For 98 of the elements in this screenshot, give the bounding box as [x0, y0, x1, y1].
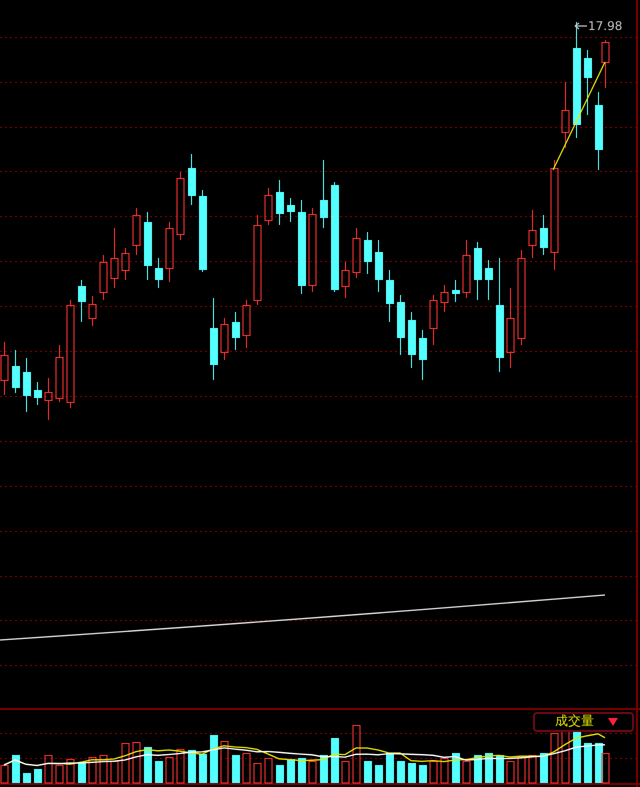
indicator-dropdown[interactable]: 成交量	[533, 712, 634, 732]
volume-bar	[452, 753, 460, 783]
candlestick	[88, 296, 96, 326]
volume-bar	[342, 761, 350, 784]
volume-bar	[375, 765, 383, 783]
candlestick	[440, 284, 448, 312]
volume-bar	[462, 761, 470, 784]
volume-bar	[56, 765, 64, 784]
volume-bar	[550, 733, 558, 784]
candlestick	[155, 258, 163, 288]
candlestick	[12, 350, 20, 394]
candlestick	[287, 198, 295, 222]
caret-icon	[608, 718, 618, 726]
volume-bar	[34, 769, 42, 783]
volume-bar	[144, 747, 152, 783]
volume-bar	[12, 755, 20, 783]
candlestick	[540, 214, 548, 256]
volume-bar	[264, 758, 272, 784]
volume-bar	[408, 763, 416, 783]
volume-bar	[155, 761, 163, 783]
candlestick	[352, 228, 360, 278]
candlestick	[397, 294, 405, 356]
volume-bar	[298, 758, 306, 783]
candlestick	[144, 212, 152, 280]
candlestick	[0, 342, 8, 396]
candlestick	[375, 240, 383, 292]
candlestick	[474, 242, 482, 300]
candlestick	[452, 280, 460, 302]
candlestick	[264, 188, 272, 226]
volume-bar	[352, 725, 360, 784]
candlestick	[132, 208, 140, 256]
candlestick	[320, 160, 328, 228]
candlestick	[584, 50, 592, 116]
volume-bar	[419, 765, 427, 783]
volume-bar	[496, 755, 504, 783]
volume-bar	[110, 761, 118, 784]
volume-bar	[78, 763, 86, 783]
volume-bar	[199, 754, 207, 783]
volume-bar	[276, 765, 284, 783]
candlestick	[220, 318, 228, 360]
volume-bar	[220, 741, 228, 784]
candlestick	[419, 330, 427, 380]
volume-bar	[287, 759, 295, 783]
candlestick	[408, 312, 416, 368]
candlestick	[78, 280, 86, 322]
volume-bar	[308, 761, 316, 784]
candlestick	[34, 382, 42, 406]
volume-bar	[397, 761, 405, 783]
volume-bar	[506, 761, 514, 784]
volume-bar	[242, 753, 250, 784]
candlestick	[462, 240, 470, 298]
candlestick	[364, 232, 372, 274]
arrow-icon	[574, 22, 587, 30]
candlestick	[485, 260, 493, 300]
high-price-label: 17.98	[588, 18, 622, 34]
volume-bar	[23, 773, 31, 783]
candlestick	[166, 222, 174, 282]
volume-bar	[122, 743, 130, 784]
volume-bar	[518, 757, 526, 784]
volume-bar	[254, 763, 262, 784]
candlestick	[562, 82, 570, 148]
volume-bar	[430, 761, 438, 784]
volume-bar	[440, 758, 448, 784]
candlestick	[276, 180, 284, 226]
volume-bar	[166, 757, 174, 784]
candlestick	[430, 294, 438, 346]
volume-bar	[485, 753, 493, 783]
volume-bar	[528, 755, 536, 784]
volume-bar	[210, 735, 218, 783]
candlestick	[242, 300, 250, 348]
volume-bar	[88, 757, 96, 784]
candlestick	[528, 210, 536, 258]
volume-bar	[474, 755, 482, 783]
candlestick	[602, 40, 610, 88]
volume-bar	[364, 761, 372, 783]
volume-bar	[0, 765, 8, 784]
volume-bar	[66, 759, 74, 784]
candlestick	[100, 254, 108, 300]
candlestick	[386, 270, 394, 322]
candlestick	[232, 312, 240, 350]
candlestick	[188, 154, 196, 206]
candlestick	[56, 344, 64, 402]
volume-bar	[331, 738, 339, 783]
volume-bar	[386, 753, 394, 783]
volume-bar	[540, 753, 548, 783]
volume-bar	[584, 743, 592, 783]
candlestick	[342, 262, 350, 298]
volume-bar	[100, 755, 108, 784]
volume-bar	[44, 755, 52, 784]
candlestick	[44, 378, 52, 420]
candlestick	[23, 358, 31, 412]
candlestick	[176, 172, 184, 240]
candlestick	[110, 228, 118, 288]
volume-bar	[188, 750, 196, 783]
volume-bar	[132, 742, 140, 784]
volume-bar	[176, 749, 184, 784]
volume-bar	[232, 755, 240, 783]
candlestick	[122, 248, 130, 280]
